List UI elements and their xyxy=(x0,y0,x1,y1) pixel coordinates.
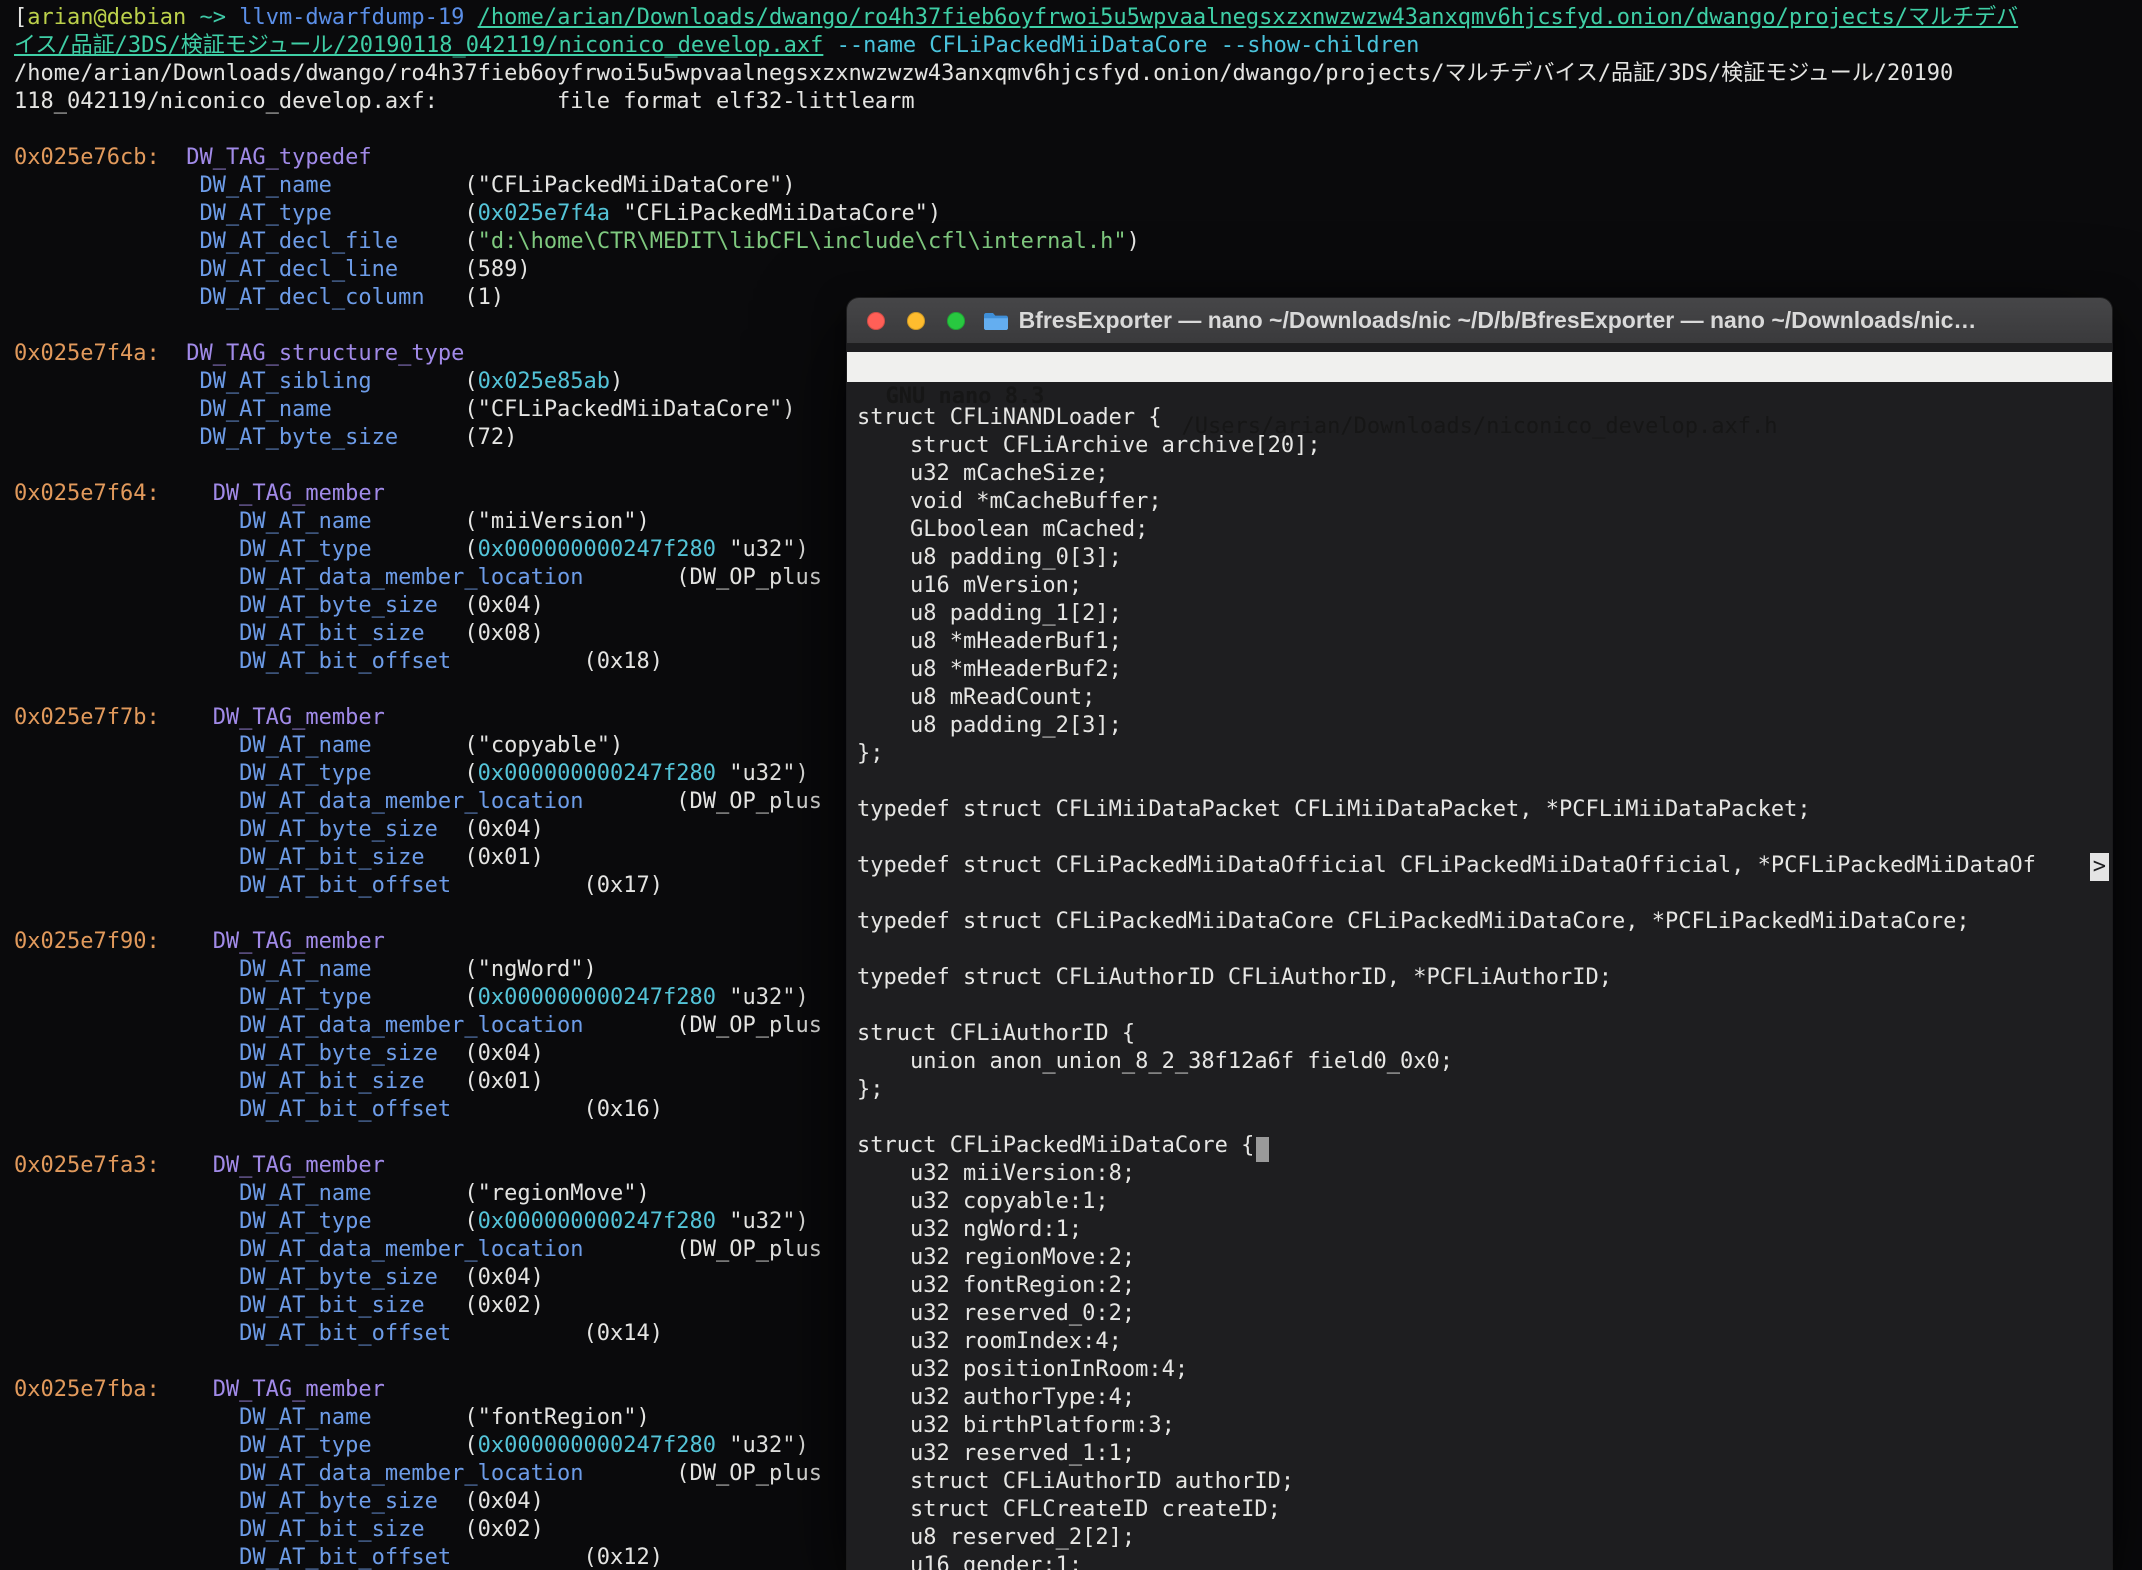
editor-line: u32 reserved_1:1; xyxy=(857,1440,2112,1468)
editor-line: u8 *mHeaderBuf1; xyxy=(857,628,2112,656)
terminal-line xyxy=(14,116,2142,144)
editor-line: union anon_union_8_2_38f12a6f field0_0x0… xyxy=(857,1048,2112,1076)
editor-line: typedef struct CFLiAuthorID CFLiAuthorID… xyxy=(857,964,2112,992)
editor-line: struct CFLiPackedMiiDataCore { xyxy=(857,1132,2112,1160)
editor-line: struct CFLiNANDLoader { xyxy=(857,404,2112,432)
editor-line: typedef struct CFLiPackedMiiDataOfficial… xyxy=(857,852,2112,880)
editor-line xyxy=(857,936,2112,964)
editor-area[interactable]: struct CFLiNANDLoader { struct CFLiArchi… xyxy=(847,404,2112,1570)
editor-line: }; xyxy=(857,1076,2112,1104)
editor-line: typedef struct CFLiMiiDataPacket CFLiMii… xyxy=(857,796,2112,824)
editor-line: u8 reserved_2[2]; xyxy=(857,1524,2112,1552)
window-titlebar[interactable]: BfresExporter — nano ~/Downloads/nic ~/D… xyxy=(847,298,2112,344)
traffic-lights xyxy=(867,298,965,343)
editor-line: u32 ngWord:1; xyxy=(857,1216,2112,1244)
terminal-line: 118_042119/niconico_develop.axf: file fo… xyxy=(14,88,2142,116)
text-cursor xyxy=(1256,1137,1269,1162)
editor-line: u32 regionMove:2; xyxy=(857,1244,2112,1272)
nano-window: BfresExporter — nano ~/Downloads/nic ~/D… xyxy=(847,298,2112,1570)
editor-line: }; xyxy=(857,740,2112,768)
editor-line: struct CFLiAuthorID authorID; xyxy=(857,1468,2112,1496)
editor-line xyxy=(857,992,2112,1020)
editor-line: struct CFLCreateID createID; xyxy=(857,1496,2112,1524)
terminal-line: イス/品証/3DS/検証モジュール/20190118_042119/niconi… xyxy=(14,32,2142,60)
editor-line: u32 positionInRoom:4; xyxy=(857,1356,2112,1384)
editor-line: u32 copyable:1; xyxy=(857,1188,2112,1216)
editor-line: u32 reserved_0:2; xyxy=(857,1300,2112,1328)
terminal-line: [arian@debian ~> llvm-dwarfdump-19 /home… xyxy=(14,4,2142,32)
terminal-line: 0x025e76cb: DW_TAG_typedef xyxy=(14,144,2142,172)
editor-line: struct CFLiArchive archive[20]; xyxy=(857,432,2112,460)
editor-line xyxy=(857,1104,2112,1132)
editor-line: u32 authorType:4; xyxy=(857,1384,2112,1412)
minimize-button[interactable] xyxy=(907,312,925,330)
terminal-line: DW_AT_decl_line (589) xyxy=(14,256,2142,284)
editor-line: u8 mReadCount; xyxy=(857,684,2112,712)
window-title: BfresExporter — nano ~/Downloads/nic ~/D… xyxy=(847,298,2112,343)
editor-line: u8 padding_0[3]; xyxy=(857,544,2112,572)
terminal-line: DW_AT_type (0x025e7f4a "CFLiPackedMiiDat… xyxy=(14,200,2142,228)
terminal-line: DW_AT_name ("CFLiPackedMiiDataCore") xyxy=(14,172,2142,200)
editor-line: struct CFLiAuthorID { xyxy=(857,1020,2112,1048)
nano-titlebar: GNU nano 8.3 /Users/arian/Downloads/nico… xyxy=(847,352,2112,382)
editor-line xyxy=(857,824,2112,852)
editor-line: u32 fontRegion:2; xyxy=(857,1272,2112,1300)
editor-line: GLboolean mCached; xyxy=(857,516,2112,544)
editor-line: u8 padding_1[2]; xyxy=(857,600,2112,628)
zoom-button[interactable] xyxy=(947,312,965,330)
close-button[interactable] xyxy=(867,312,885,330)
editor-line: void *mCacheBuffer; xyxy=(857,488,2112,516)
line-overflow-indicator: > xyxy=(2090,853,2109,881)
editor-line: u32 mCacheSize; xyxy=(857,460,2112,488)
terminal-line: DW_AT_decl_file ("d:\home\CTR\MEDIT\libC… xyxy=(14,228,2142,256)
editor-line: u32 birthPlatform:3; xyxy=(857,1412,2112,1440)
editor-line: u16 mVersion; xyxy=(857,572,2112,600)
editor-line: u8 *mHeaderBuf2; xyxy=(857,656,2112,684)
editor-line: u32 roomIndex:4; xyxy=(857,1328,2112,1356)
window-title-text: BfresExporter — nano ~/Downloads/nic ~/D… xyxy=(1019,307,1977,334)
editor-line: u8 padding_2[3]; xyxy=(857,712,2112,740)
editor-line xyxy=(857,880,2112,908)
editor-line: u16 gender:1; xyxy=(857,1552,2112,1570)
editor-line: typedef struct CFLiPackedMiiDataCore CFL… xyxy=(857,908,2112,936)
editor-line: u32 miiVersion:8; xyxy=(857,1160,2112,1188)
terminal-line: /home/arian/Downloads/dwango/ro4h37fieb6… xyxy=(14,60,2142,88)
editor-line xyxy=(857,768,2112,796)
folder-icon[interactable] xyxy=(983,311,1009,331)
